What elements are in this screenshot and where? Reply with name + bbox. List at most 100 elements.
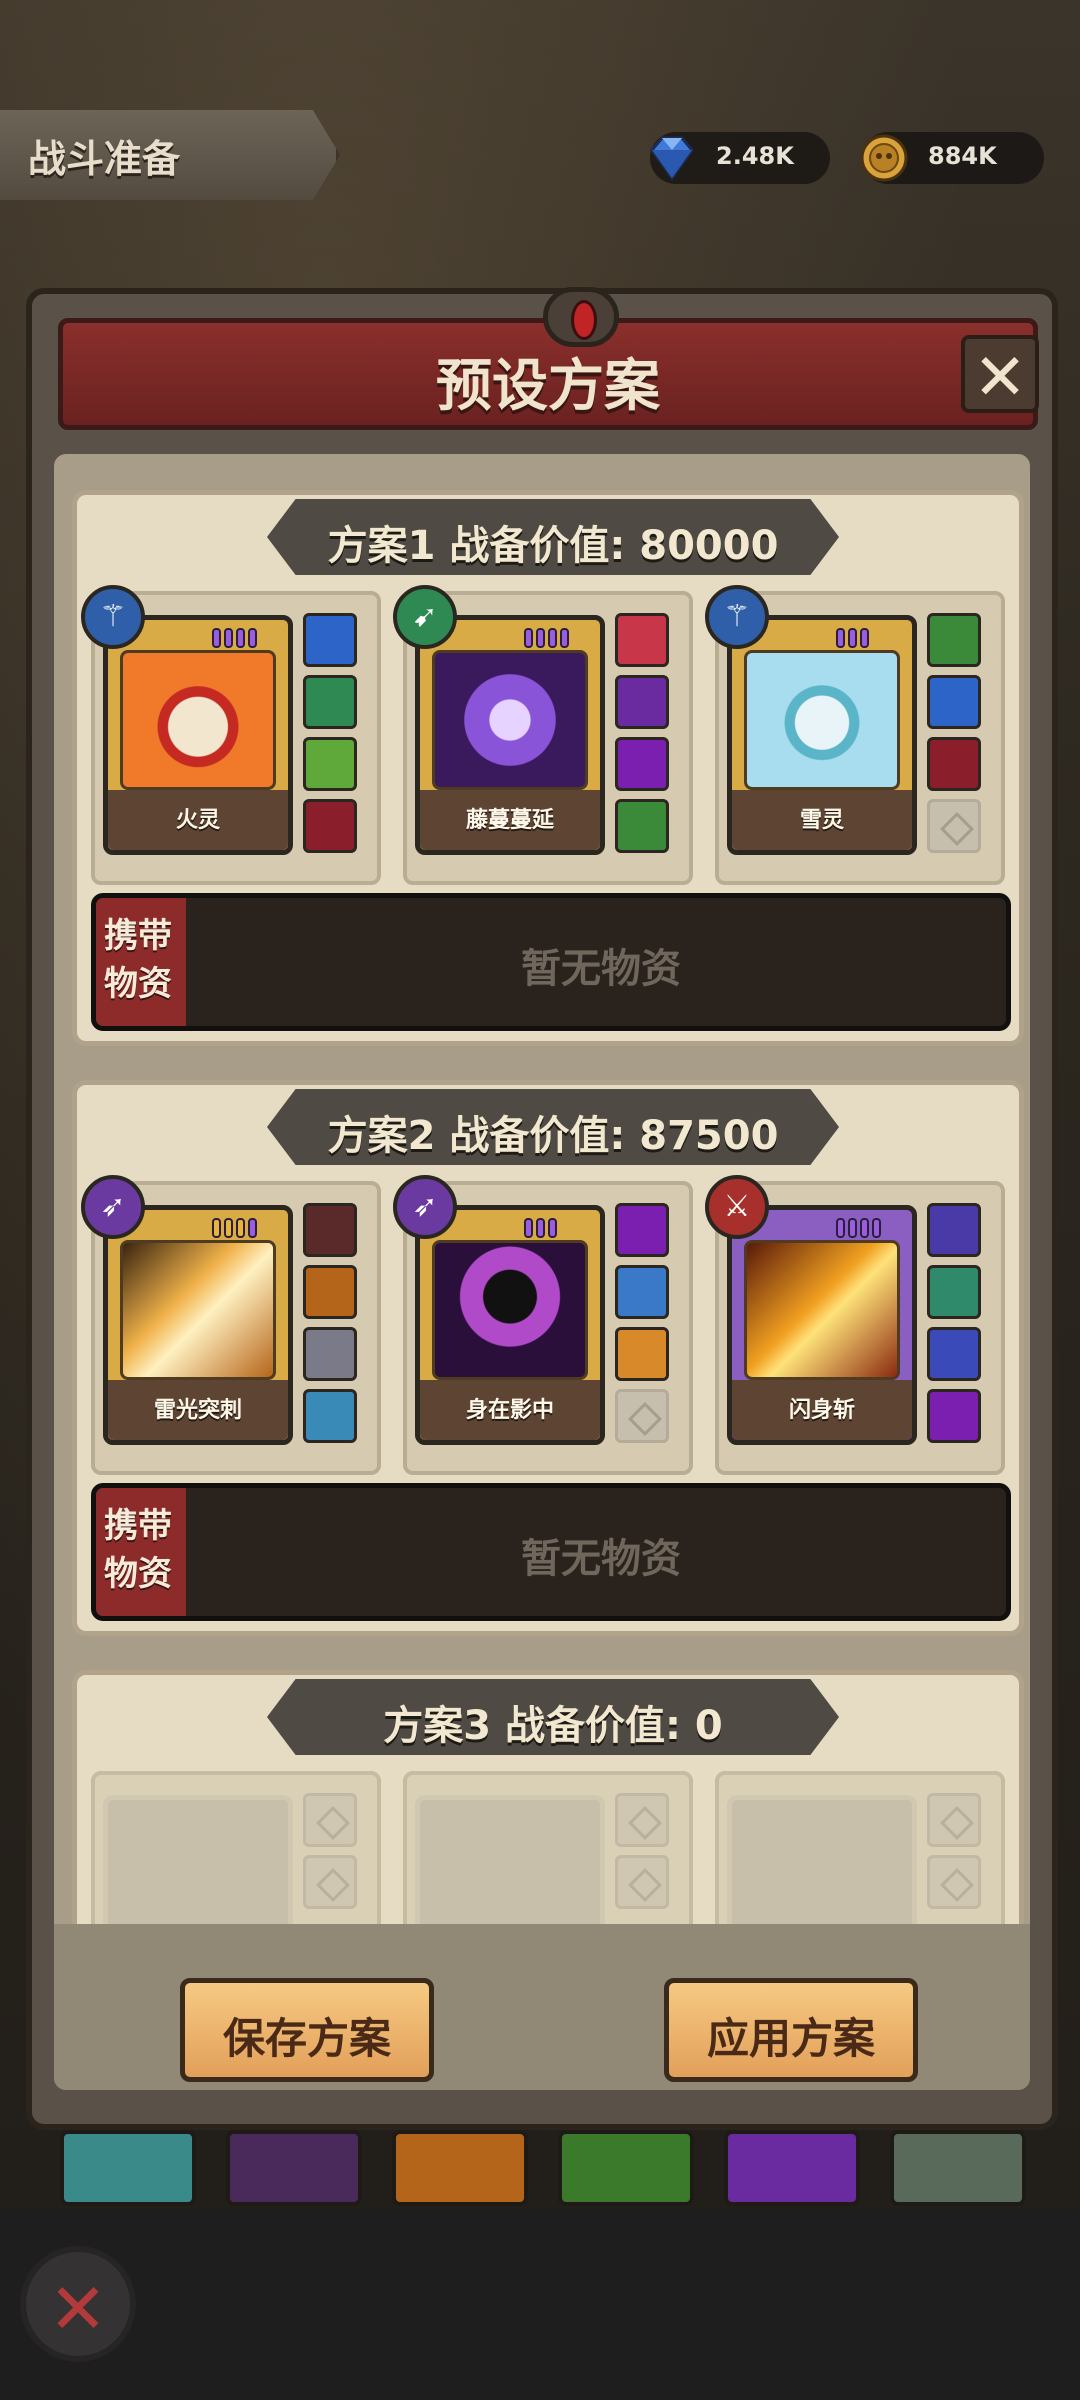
rune-icon[interactable]: [303, 1327, 357, 1381]
skill-slot[interactable]: [890, 2130, 1026, 2206]
action-strip: 保存方案 应用方案: [54, 1924, 1030, 2090]
rune-icon[interactable]: [303, 1203, 357, 1257]
back-button[interactable]: ✕: [20, 2246, 136, 2362]
supplies-empty-text: 暂无物资: [521, 946, 681, 992]
rune-icon[interactable]: [303, 799, 357, 853]
rune-icon[interactable]: [927, 737, 981, 791]
supplies-label: 携带物资: [104, 916, 172, 1004]
plan-3-slot-2[interactable]: [403, 1771, 693, 1930]
skill-slot[interactable]: [558, 2130, 694, 2206]
rune-icon[interactable]: [615, 613, 669, 667]
close-icon: ✕: [48, 2268, 108, 2350]
skill-card[interactable]: 身在影中: [415, 1205, 605, 1445]
plan-2-supplies[interactable]: 携带物资 暂无物资: [91, 1483, 1011, 1621]
skill-slot[interactable]: [60, 2130, 196, 2206]
plan-1-slot-2[interactable]: 藤蔓蔓延 ➹: [393, 585, 693, 885]
close-button[interactable]: ✕: [961, 335, 1039, 415]
rank-pips: [524, 628, 572, 648]
rank-pips: [836, 1218, 884, 1238]
plan-2-slot-3[interactable]: 闪身斩 ⚔: [705, 1175, 1005, 1475]
empty-rune-slot-icon[interactable]: [615, 1389, 669, 1443]
screen-title-plate: 战斗准备: [0, 110, 340, 200]
skill-slot[interactable]: [226, 2130, 362, 2206]
plan-1-slot-1[interactable]: 火灵 ⚚: [81, 585, 381, 885]
plan-1-supplies[interactable]: 携带物资 暂无物资: [91, 893, 1011, 1031]
rank-pips: [836, 628, 872, 648]
rune-column: [615, 1793, 673, 1917]
rune-icon[interactable]: [615, 1203, 669, 1257]
rune-icon[interactable]: [615, 675, 669, 729]
empty-rune-slot-icon[interactable]: [303, 1793, 357, 1847]
empty-card-slot[interactable]: [415, 1795, 605, 1930]
empty-rune-slot-icon[interactable]: [615, 1793, 669, 1847]
rune-column: [303, 1203, 361, 1451]
rank-pips: [524, 1218, 560, 1238]
skill-card[interactable]: 藤蔓蔓延: [415, 615, 605, 855]
empty-card-slot[interactable]: [727, 1795, 917, 1930]
empty-rune-slot-icon[interactable]: [927, 1793, 981, 1847]
rune-icon[interactable]: [615, 1265, 669, 1319]
empty-rune-slot-icon[interactable]: [615, 1855, 669, 1909]
gem-counter[interactable]: 2.48K: [650, 132, 830, 184]
skill-card[interactable]: 雪灵: [727, 615, 917, 855]
skill-slot[interactable]: [392, 2130, 528, 2206]
rune-icon[interactable]: [927, 1327, 981, 1381]
top-bar: 战斗准备 2.48K 884K: [0, 110, 1080, 200]
gem-amount: 2.48K: [716, 142, 794, 170]
plan-1-label: 方案1 战备价值: 80000: [327, 523, 779, 569]
rune-icon[interactable]: [303, 1265, 357, 1319]
card-name: 闪身斩: [788, 1398, 855, 1423]
bottom-bar: [0, 2210, 1080, 2400]
shadow-figure-icon: [432, 1240, 588, 1380]
modal-title: 预设方案: [436, 354, 660, 419]
arrow-class-icon: ➶: [393, 1175, 457, 1239]
rune-icon[interactable]: [927, 1203, 981, 1257]
skill-slot[interactable]: [724, 2130, 860, 2206]
plan-2-banner: 方案2 战备价值: 87500: [267, 1089, 839, 1165]
close-icon: ✕: [973, 341, 1027, 415]
rune-icon[interactable]: [303, 1389, 357, 1443]
plan-3-panel[interactable]: 方案3 战备价值: 0: [72, 1670, 1024, 1930]
rune-icon[interactable]: [927, 613, 981, 667]
diamond-icon: [650, 136, 694, 181]
save-plan-button[interactable]: 保存方案: [180, 1978, 434, 2082]
empty-rune-slot-icon[interactable]: [927, 1855, 981, 1909]
equipped-skill-strip: [60, 2130, 1040, 2210]
skill-card[interactable]: 火灵: [103, 615, 293, 855]
empty-rune-slot-icon[interactable]: [303, 1855, 357, 1909]
apply-plan-label: 应用方案: [706, 2014, 875, 2063]
rune-icon[interactable]: [927, 1265, 981, 1319]
plan-3-label: 方案3 战备价值: 0: [383, 1703, 723, 1749]
plan-2-slot-1[interactable]: 雷光突刺 ➶: [81, 1175, 381, 1475]
rank-pips: [212, 1218, 260, 1238]
plan-3-slot-1[interactable]: [91, 1771, 381, 1930]
apply-plan-button[interactable]: 应用方案: [664, 1978, 918, 2082]
supplies-label: 携带物资: [104, 1506, 172, 1594]
skill-card[interactable]: 雷光突刺: [103, 1205, 293, 1445]
empty-rune-slot-icon[interactable]: [927, 799, 981, 853]
rune-column: [615, 1203, 673, 1451]
plan-1-banner: 方案1 战备价值: 80000: [267, 499, 839, 575]
card-name: 藤蔓蔓延: [465, 808, 554, 833]
coin-counter[interactable]: 884K: [860, 132, 1044, 184]
plan-2-panel[interactable]: 方案2 战备价值: 87500 雷光突刺 ➶ 身在影中 ➶ 闪身斩 ⚔ 携带物资…: [72, 1080, 1024, 1636]
ice-eye-icon: [744, 650, 900, 790]
rune-icon[interactable]: [303, 737, 357, 791]
plan-1-slot-3[interactable]: 雪灵 ⚚: [705, 585, 1005, 885]
rune-icon[interactable]: [615, 799, 669, 853]
screen-title: 战斗准备: [28, 137, 181, 181]
bow-class-icon: ➹: [393, 585, 457, 649]
rune-icon[interactable]: [303, 613, 357, 667]
plan-1-panel[interactable]: 方案1 战备价值: 80000 火灵 ⚚ 藤蔓蔓延 ➹ 雪灵 ⚚ 携带物资 暂无…: [72, 490, 1024, 1046]
plan-3-banner: 方案3 战备价值: 0: [267, 1679, 839, 1755]
rune-icon[interactable]: [615, 737, 669, 791]
plan-3-slot-3[interactable]: [715, 1771, 1005, 1930]
empty-card-slot[interactable]: [103, 1795, 293, 1930]
rune-icon[interactable]: [927, 1389, 981, 1443]
skill-card[interactable]: 闪身斩: [727, 1205, 917, 1445]
skull-rune-icon[interactable]: [303, 675, 357, 729]
rune-column: [303, 613, 361, 861]
plan-2-slot-2[interactable]: 身在影中 ➶: [393, 1175, 693, 1475]
rune-icon[interactable]: [615, 1327, 669, 1381]
rune-icon[interactable]: [927, 675, 981, 729]
